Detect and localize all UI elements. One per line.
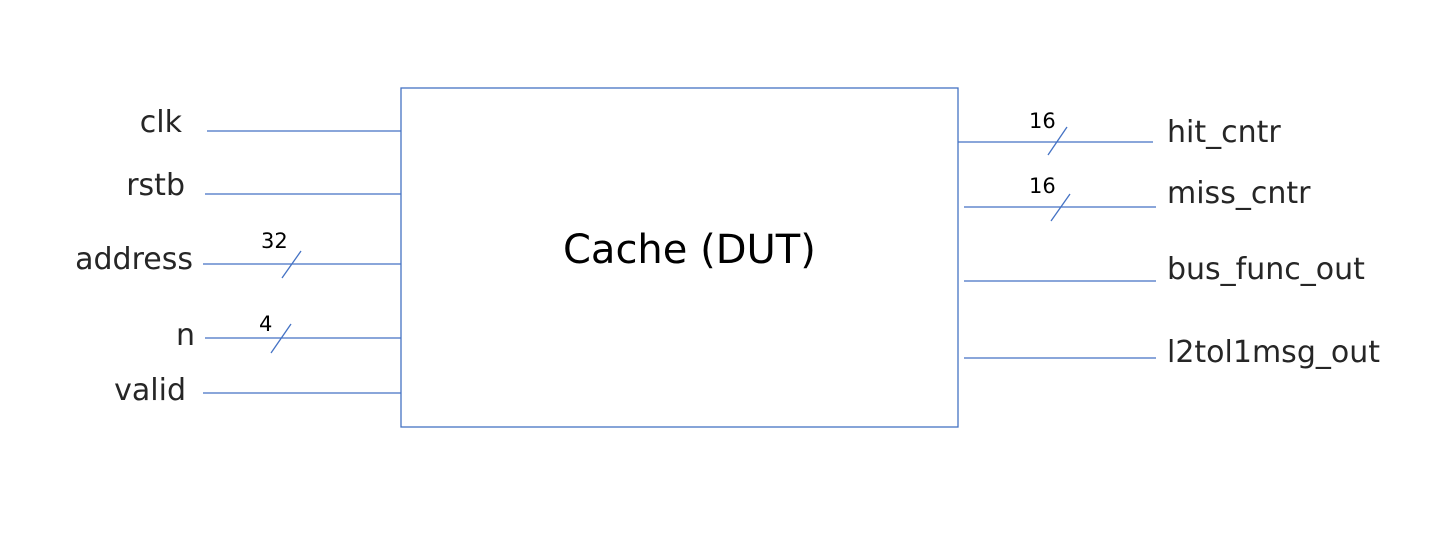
hit-cntr-bus-width: 16 (1029, 109, 1056, 133)
output-label-l2tol1msg-out: l2tol1msg_out (1167, 335, 1380, 370)
output-label-hit-cntr: hit_cntr (1167, 115, 1281, 150)
output-label-miss-cntr: miss_cntr (1167, 176, 1311, 211)
address-bus-width: 32 (261, 229, 288, 253)
block-diagram: Cache (DUT) clk rstb address n valid 32 … (0, 0, 1441, 556)
n-bus-width: 4 (259, 312, 273, 336)
input-label-n: n (175, 318, 195, 353)
input-label-clk: clk (139, 105, 182, 140)
input-label-rstb: rstb (126, 168, 185, 203)
block-title: Cache (DUT) (563, 227, 816, 273)
output-label-bus-func-out: bus_func_out (1167, 252, 1365, 287)
miss-cntr-bus-width: 16 (1029, 174, 1056, 198)
input-label-valid: valid (114, 373, 186, 408)
input-label-address: address (75, 242, 193, 277)
